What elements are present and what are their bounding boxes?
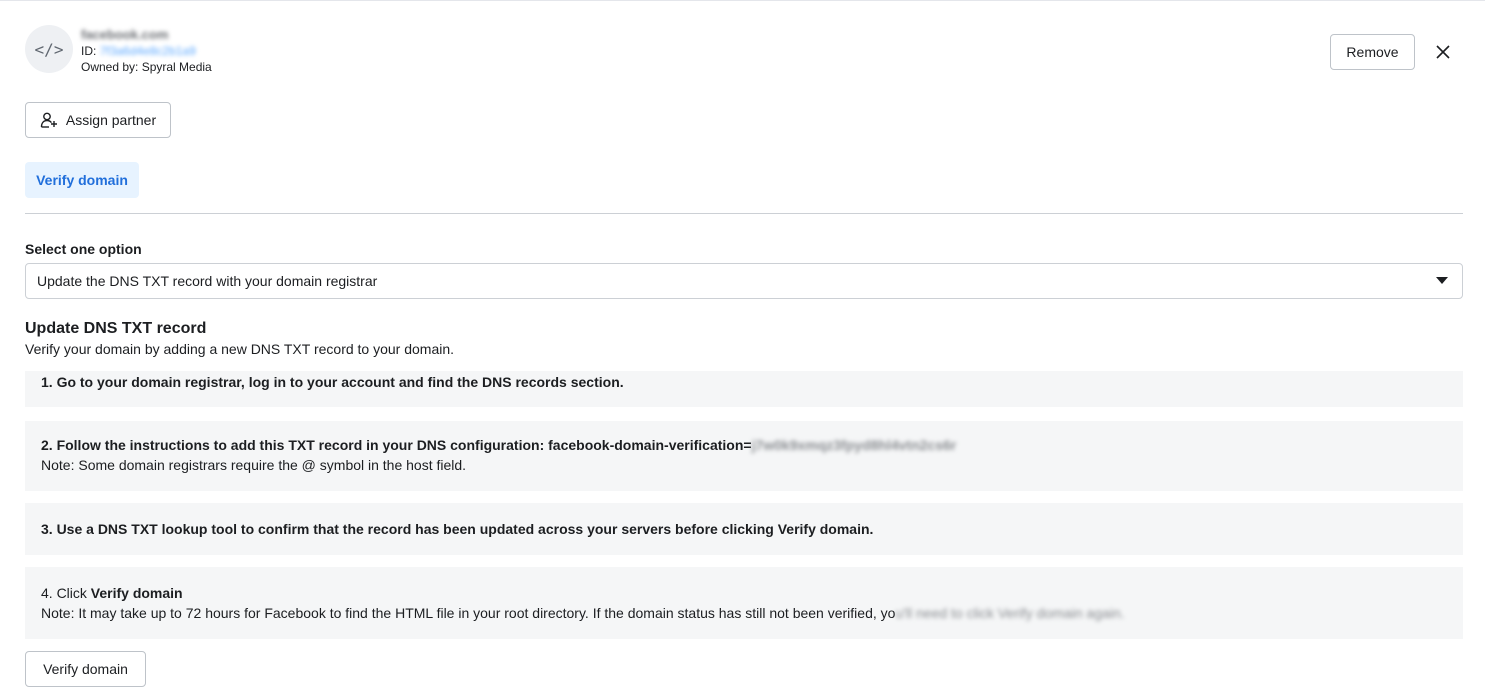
step-2: 2. Follow the instructions to add this T… (25, 421, 1463, 491)
domain-header: </> facebook.com ID: 7f3a6d4e8c2b1a9 Own… (25, 25, 212, 75)
section-description: Verify your domain by adding a new DNS T… (25, 341, 455, 357)
avatar-glyph: </> (34, 39, 64, 59)
select-option-label: Select one option (25, 241, 142, 257)
domain-id: ID: 7f3a6d4e8c2b1a9 (81, 43, 212, 59)
step-4-note-text: Note: It may take up to 72 hours for Fac… (41, 605, 896, 621)
domain-name: facebook.com (81, 27, 212, 43)
step-4: 4. Click Verify domain Note: It may take… (25, 567, 1463, 639)
code-brackets-icon: </> (25, 25, 73, 73)
step-1: 1. Go to your domain registrar, log in t… (25, 371, 1463, 407)
caret-down-icon (1436, 277, 1448, 284)
verification-code: j7w0k9xmqz3fpyd8hl4vtn2cs6r (751, 437, 957, 453)
verify-domain-button[interactable]: Verify domain (25, 651, 146, 687)
domain-owner: Owned by: Spyral Media (81, 60, 212, 74)
step-4-note-blurred: u'll need to click Verify domain again. (895, 605, 1125, 621)
divider (25, 213, 1463, 214)
domain-id-value: 7f3a6d4e8c2b1a9 (99, 44, 196, 58)
assign-partner-label: Assign partner (65, 112, 157, 128)
domain-name-value: facebook.com (81, 27, 169, 42)
step-2-instruction: 2. Follow the instructions to add this T… (41, 435, 1463, 455)
assign-partner-button[interactable]: Assign partner (25, 102, 171, 138)
selected-option: Update the DNS TXT record with your doma… (37, 273, 378, 289)
close-icon[interactable] (1432, 41, 1454, 63)
step-2-text: 2. Follow the instructions to add this T… (41, 437, 752, 453)
tab-verify-domain-label: Verify domain (36, 172, 128, 188)
verification-method-select[interactable]: Update the DNS TXT record with your doma… (25, 263, 1463, 299)
domain-detail-panel: </> facebook.com ID: 7f3a6d4e8c2b1a9 Own… (0, 0, 1485, 696)
step-2-note: Note: Some domain registrars require the… (41, 457, 467, 473)
domain-id-label: ID: (81, 44, 97, 58)
domain-meta: facebook.com ID: 7f3a6d4e8c2b1a9 Owned b… (81, 27, 212, 75)
add-person-icon (40, 111, 58, 129)
tab-verify-domain[interactable]: Verify domain (25, 162, 139, 198)
remove-button[interactable]: Remove (1330, 34, 1415, 70)
step-4-prefix: 4. Click (41, 585, 91, 601)
step-4-instruction: 4. Click Verify domain (41, 583, 1463, 603)
step-3: 3. Use a DNS TXT lookup tool to confirm … (25, 503, 1463, 555)
section-title: Update DNS TXT record (25, 320, 207, 337)
step-4-note: Note: It may take up to 72 hours for Fac… (41, 603, 1463, 623)
step-4-bold: Verify domain (90, 585, 183, 601)
